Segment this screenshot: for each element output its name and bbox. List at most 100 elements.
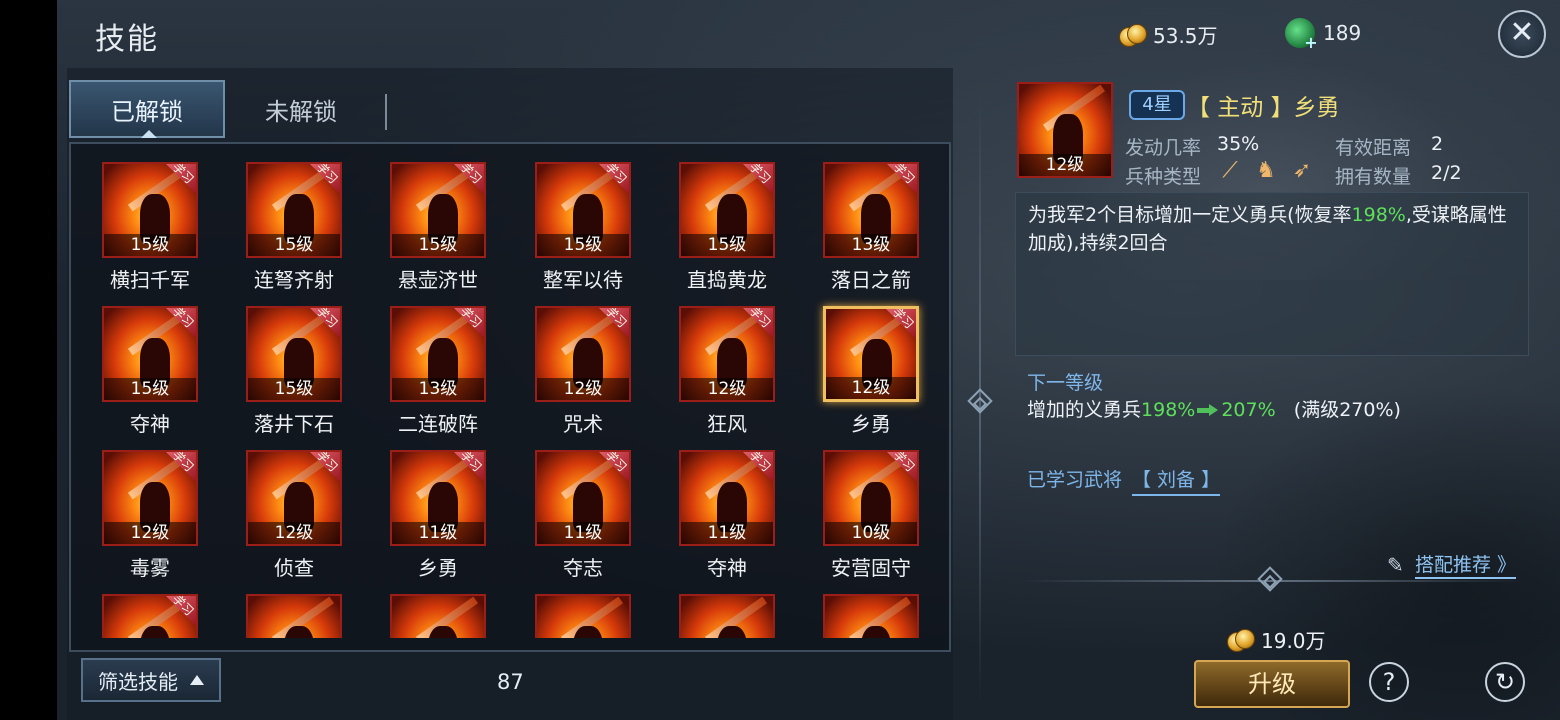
skill-name: 连弩齐射	[254, 268, 334, 292]
skill-level: 12级	[248, 522, 340, 544]
gold-currency: 53.5万	[1119, 20, 1218, 49]
plus-icon: +	[1304, 33, 1318, 52]
skill-name: 乡勇	[851, 412, 891, 436]
skill-icon	[679, 594, 775, 638]
jade-amount: 189	[1323, 21, 1362, 45]
upgrade-button[interactable]: 升级	[1194, 660, 1350, 708]
own-count-value: 2/2	[1431, 162, 1462, 184]
tab-locked[interactable]: 未解锁	[223, 80, 379, 138]
feather-icon: ✎	[1387, 552, 1404, 577]
skill-count: 87	[497, 670, 524, 694]
skill-card[interactable]: 学习 15级连弩齐射	[239, 162, 349, 297]
skill-card[interactable]: 学习 15级 整军以待	[528, 162, 638, 297]
skill-card[interactable]: 学习 12级毒雾	[95, 450, 205, 585]
skill-card[interactable]: 学习 15级 夺神	[95, 306, 205, 441]
spear-icon: ⟋	[1222, 158, 1238, 183]
filter-skills-button[interactable]: 筛选技能	[81, 658, 221, 702]
skill-card[interactable]: 学习 10级安营固守	[816, 450, 926, 585]
skill-grid-scroll[interactable]: 学习 15级 横扫千军 学习 15级 连弩齐射 学习 15级 悬壶济世 学习 15级 整军以待 学习 15…	[71, 144, 949, 638]
page-title: 技能	[95, 22, 159, 57]
skill-card[interactable]: 学习 12级 狂风	[672, 306, 782, 441]
learned-general-link[interactable]: 【 刘备 】	[1132, 465, 1221, 496]
skill-name: 安营固守	[831, 556, 911, 580]
close-icon: ✕	[1509, 15, 1535, 50]
skill-icon	[823, 594, 919, 638]
horse-icon: ♞	[1256, 158, 1276, 183]
skill-card[interactable]: 学习 15级落井下石	[239, 306, 349, 441]
range-label: 有效距离	[1335, 137, 1412, 159]
gold-coin-icon-small	[1227, 628, 1255, 652]
skill-card[interactable]: 学习 11级 夺神	[672, 450, 782, 585]
skill-name: 直捣黄龙	[687, 268, 767, 292]
dragon-jade-icon: +	[1285, 18, 1318, 51]
tab-unlocked[interactable]: 已解锁	[69, 80, 225, 138]
skill-card[interactable]: 学习	[95, 594, 205, 638]
skill-screen: 技能 53.5万 + 189 ✕ 已解锁 未解锁 学习 15级 横扫千军 学习 15级连…	[57, 0, 1560, 720]
skill-icon: 学习 15级	[246, 306, 342, 402]
skill-icon: 学习 10级	[823, 450, 919, 546]
skill-card[interactable]: 学习 15级直捣黄龙	[672, 162, 782, 297]
next-prefix: 增加的义勇兵	[1027, 399, 1142, 421]
selected-skill-title: 【 主动 】乡勇	[1187, 95, 1340, 121]
skill-name: 狂风	[707, 412, 747, 436]
skill-level: 10级	[825, 522, 917, 544]
recommend-link[interactable]: ✎ 搭配推荐 》	[1387, 550, 1517, 579]
skill-level: 12级	[537, 378, 629, 400]
own-count-label: 拥有数量	[1335, 166, 1412, 188]
skill-grid: 学习 15级 横扫千军 学习 15级 连弩齐射 学习 15级 悬壶济世 学习 15级 整军以待 学习 15…	[69, 142, 951, 652]
skill-card[interactable]	[672, 594, 782, 638]
skill-card[interactable]	[816, 594, 926, 638]
skill-card[interactable]: 学习 12级乡勇	[816, 306, 926, 441]
close-button[interactable]: ✕	[1498, 10, 1546, 58]
filter-label: 筛选技能	[98, 669, 178, 694]
skill-level: 15级	[537, 234, 629, 256]
skill-icon: 学习 15级	[390, 162, 486, 258]
skill-icon: 学习 15级	[679, 162, 775, 258]
skill-card[interactable]: 学习 12级 咒术	[528, 306, 638, 441]
skill-card[interactable]: 学习 15级横扫千军	[95, 162, 205, 297]
skill-name: 落日之箭	[831, 268, 911, 292]
next-to-value: 207%	[1221, 399, 1276, 421]
skill-card[interactable]	[383, 594, 493, 638]
skill-list-panel: 已解锁 未解锁 学习 15级 横扫千军 学习 15级 连弩齐射 学习 15级 悬壶济世 学习 15级…	[67, 68, 953, 720]
skill-icon: 学习 15级	[246, 162, 342, 258]
recommend-label: 搭配推荐 》	[1415, 550, 1517, 579]
divider-ornament-icon	[967, 388, 993, 414]
skill-card[interactable]	[528, 594, 638, 638]
skill-icon: 学习 12级	[102, 450, 198, 546]
skill-card[interactable]: 学习 15级 悬壶济世	[383, 162, 493, 297]
skill-card[interactable]: 学习 13级落日之箭	[816, 162, 926, 297]
skill-icon: 学习 13级	[823, 162, 919, 258]
triangle-up-icon	[190, 675, 204, 685]
troop-type-label: 兵种类型	[1125, 166, 1202, 188]
max-level-value: (满级270%)	[1293, 399, 1401, 421]
skill-icon: 学习 12级	[246, 450, 342, 546]
help-button[interactable]: ?	[1369, 662, 1409, 702]
skill-card[interactable]	[239, 594, 349, 638]
skill-name: 侦查	[274, 556, 314, 580]
skill-name: 横扫千军	[110, 268, 190, 292]
skill-name: 整军以待	[543, 268, 623, 292]
skill-level: 12级	[826, 377, 916, 399]
skill-name: 咒术	[563, 412, 603, 436]
refresh-button[interactable]: ↻	[1485, 662, 1525, 702]
skill-level: 12级	[104, 522, 196, 544]
jade-currency[interactable]: + 189	[1285, 18, 1362, 51]
skill-level: 13级	[392, 378, 484, 400]
range-value: 2	[1431, 133, 1444, 155]
skill-icon: 学习 12级	[823, 306, 919, 402]
skill-card[interactable]: 学习 11级 夺志	[528, 450, 638, 585]
skill-name: 落井下石	[254, 412, 334, 436]
skill-card[interactable]: 学习 12级侦查	[239, 450, 349, 585]
skill-card[interactable]: 学习 11级 乡勇	[383, 450, 493, 585]
skill-name: 毒雾	[130, 556, 170, 580]
skill-icon: 学习 15级	[102, 306, 198, 402]
trigger-rate-label: 发动几率	[1125, 137, 1202, 159]
bow-icon: ➶	[1292, 158, 1312, 183]
skill-icon: 学习 15级	[102, 162, 198, 258]
skill-level: 13级	[825, 234, 917, 256]
next-level-effect: 增加的义勇兵198% 207% (满级270%)	[1027, 395, 1401, 422]
skill-name: 乡勇	[418, 556, 458, 580]
skill-level: 15级	[248, 234, 340, 256]
skill-card[interactable]: 学习 13级 二连破阵	[383, 306, 493, 441]
